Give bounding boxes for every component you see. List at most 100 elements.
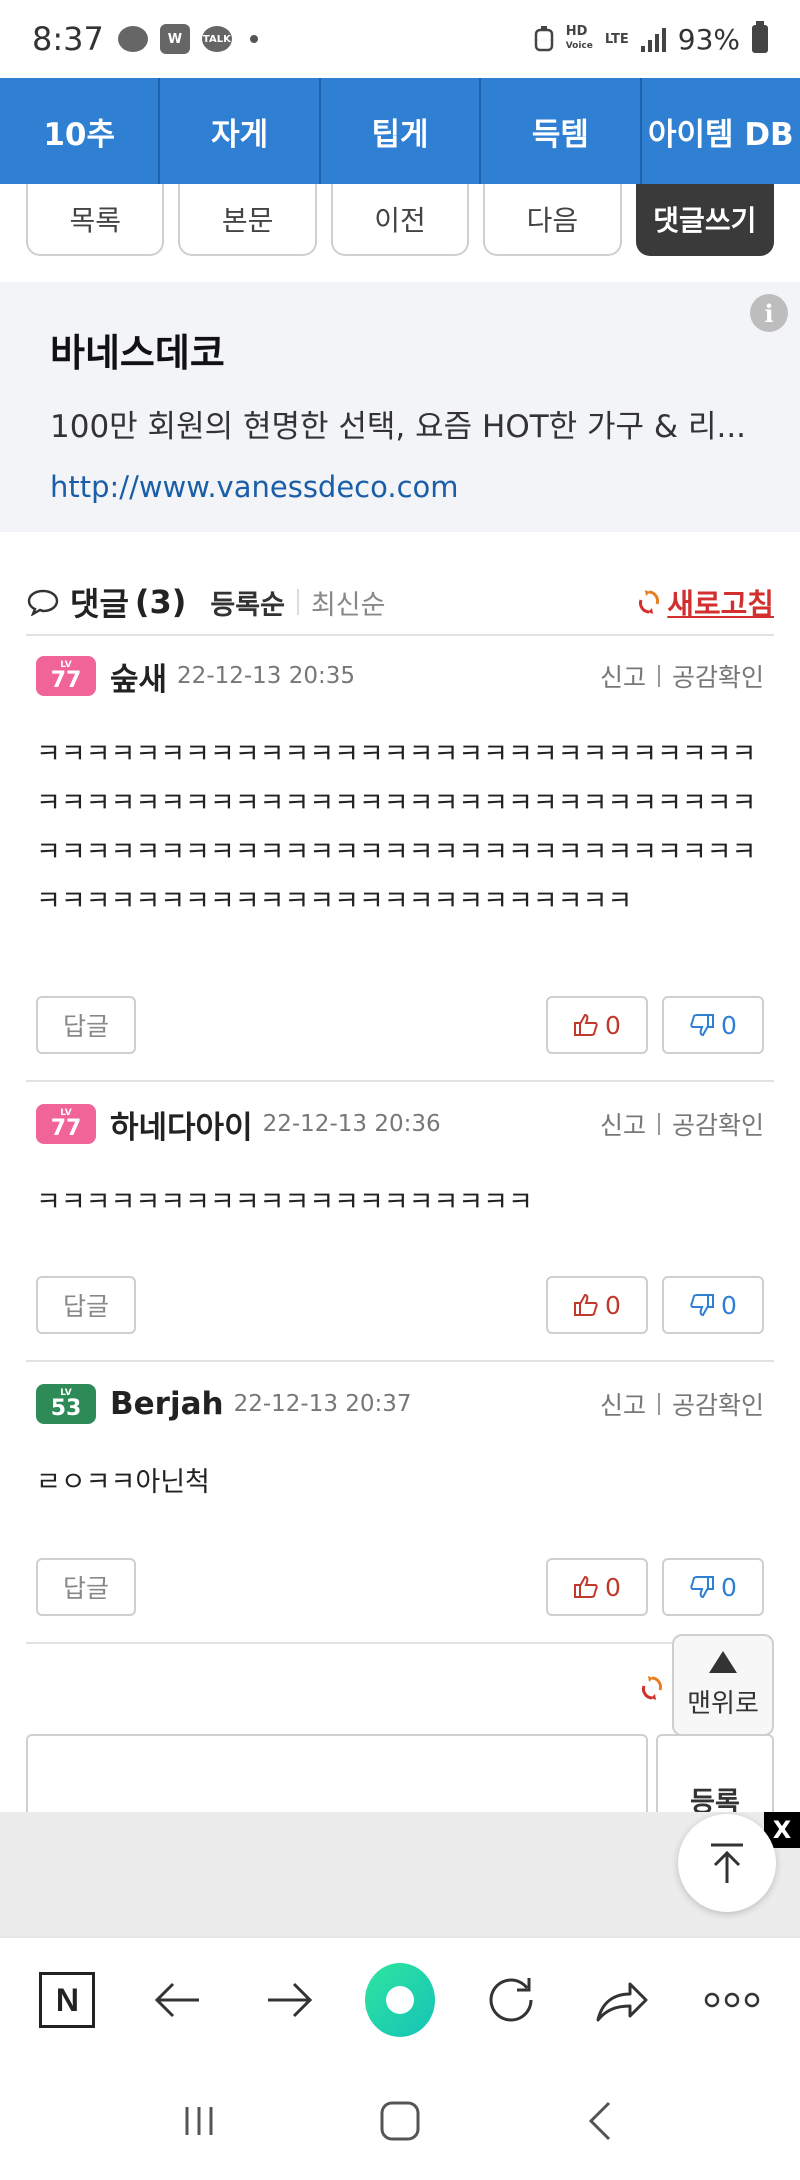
comment-body: ㅋㅋㅋㅋㅋㅋㅋㅋㅋㅋㅋㅋㅋㅋㅋㅋㅋㅋㅋㅋㅋㅋㅋㅋㅋㅋㅋㅋㅋㅋㅋㅋㅋㅋㅋㅋㅋㅋㅋㅋ…	[36, 739, 757, 917]
comment-body: ㄹㅇㅋㅋ아닌척	[36, 1467, 210, 1498]
nav-item-loot[interactable]: 득템	[481, 78, 642, 184]
comment-footer: 답글 0 0	[36, 996, 764, 1054]
to-top-label[interactable]: 맨위로	[687, 1683, 759, 1720]
thumbs-down-icon	[690, 1576, 715, 1599]
nav-item-tip-board[interactable]: 팁게	[321, 78, 482, 184]
forward-arrow-icon	[268, 1982, 313, 2018]
ad-title[interactable]: 바네스데코	[50, 322, 750, 377]
browser-toolbar: N	[0, 1936, 800, 2062]
thumbs-down-icon	[690, 1014, 715, 1037]
nav-item-free-board[interactable]: 자게	[160, 78, 321, 184]
dislike-count: 0	[721, 1572, 737, 1602]
voice-label: Voice	[565, 41, 593, 51]
recent-apps-icon[interactable]	[179, 2101, 219, 2141]
comment-item: LV 53 Berjah 22-12-13 20:37 신고 공감확인 ㄹㅇㅋㅋ…	[26, 1362, 774, 1644]
prev-button[interactable]: 이전	[330, 184, 470, 256]
reload-icon	[489, 1978, 533, 2022]
comment-meta: LV 77 숲새 22-12-13 20:35 신고 공감확인	[26, 646, 774, 706]
dislike-button[interactable]: 0	[662, 1558, 764, 1616]
top-nav: 10추 자게 팁게 득템 아이템 DB	[0, 78, 800, 184]
battery-percent: 93%	[677, 22, 740, 56]
comment-nickname[interactable]: 숲새	[110, 654, 167, 699]
home-icon[interactable]	[378, 2099, 422, 2143]
comments-title: 댓글	[70, 585, 129, 623]
comments-header: 댓글 (3) 등록순 최신순 새로고침	[26, 570, 774, 636]
share-icon	[596, 1982, 648, 2022]
talk-icon: TALK	[201, 26, 232, 52]
reply-button[interactable]: 답글	[36, 1276, 136, 1334]
like-button[interactable]: 0	[546, 1558, 648, 1616]
notification-icons: W TALK	[117, 24, 258, 54]
empathy-check-link[interactable]: 공감확인	[672, 1106, 764, 1142]
reply-button[interactable]: 답글	[36, 1558, 136, 1616]
lte-badge: LTE	[604, 31, 629, 47]
refresh-button[interactable]: 새로고침	[637, 581, 774, 623]
ad-url[interactable]: http://www.vanessdeco.com	[50, 470, 750, 504]
next-button[interactable]: 다음	[483, 184, 622, 256]
more-notifications-dot-icon	[249, 35, 258, 43]
write-comment-button[interactable]: 댓글쓰기	[635, 184, 775, 256]
green-dot-button[interactable]	[364, 1963, 435, 2037]
forward-button[interactable]	[254, 1965, 324, 2035]
w-app-icon: W	[159, 24, 190, 54]
back-arrow-icon	[155, 1982, 200, 2018]
dislike-count: 0	[721, 1290, 737, 1320]
refresh-label[interactable]: 새로고침	[667, 581, 774, 623]
dislike-button[interactable]: 0	[662, 1276, 764, 1334]
reply-button[interactable]: 답글	[36, 996, 136, 1054]
dislike-button[interactable]: 0	[662, 996, 764, 1054]
empathy-check-link[interactable]: 공감확인	[672, 658, 764, 694]
comment-actions: 신고 공감확인	[600, 1106, 764, 1142]
comment-item: LV 77 하네다아이 22-12-13 20:36 신고 공감확인 ㅋㅋㅋㅋㅋ…	[26, 1082, 774, 1362]
like-button[interactable]: 0	[546, 996, 648, 1054]
back-button[interactable]	[143, 1965, 213, 2035]
scroll-top-fab[interactable]	[678, 1814, 776, 1912]
android-nav-bar	[0, 2062, 800, 2180]
more-button[interactable]	[697, 1965, 767, 2035]
comment-nickname[interactable]: 하네다아이	[110, 1102, 253, 1147]
ad-description[interactable]: 100만 회원의 현명한 선택, 요즘 HOT한 가구 & 리...	[50, 401, 750, 446]
action-divider	[657, 665, 660, 687]
comment-footer: 답글 0 0	[36, 1558, 764, 1616]
alarm-icon	[534, 26, 553, 52]
comment-meta: LV 53 Berjah 22-12-13 20:37 신고 공감확인	[26, 1374, 774, 1434]
report-link[interactable]: 신고	[600, 1386, 646, 1422]
list-button[interactable]: 목록	[26, 184, 165, 256]
share-button[interactable]	[587, 1965, 657, 2035]
empathy-check-link[interactable]: 공감확인	[672, 1386, 764, 1422]
thumbs-down-icon	[690, 1294, 715, 1317]
status-bar: 8:37 W TALK HD Voice LTE 93%	[0, 0, 800, 78]
refresh-icon	[639, 590, 660, 614]
ad-info-icon[interactable]: i	[750, 294, 788, 332]
to-top-button[interactable]: 맨위로	[672, 1634, 774, 1736]
hd-voice-badge: HD Voice	[566, 25, 593, 53]
like-button[interactable]: 0	[546, 1276, 648, 1334]
sort-latest[interactable]: 최신순	[311, 583, 386, 622]
level-badge: LV 53	[36, 1384, 96, 1424]
thumbs-up-icon	[574, 1293, 598, 1316]
like-count: 0	[605, 1572, 621, 1602]
chat-bubble-icon	[117, 26, 148, 52]
like-count: 0	[605, 1010, 621, 1040]
nav-item-item-db[interactable]: 아이템 DB	[642, 78, 800, 184]
naver-home-button[interactable]: N	[32, 1965, 102, 2035]
comment-nickname[interactable]: Berjah	[110, 1386, 224, 1422]
back-icon[interactable]	[581, 2099, 621, 2143]
green-dot-icon	[364, 1963, 435, 2037]
reload-button[interactable]	[476, 1965, 546, 2035]
ad-block[interactable]: 바네스데코 100만 회원의 현명한 선택, 요즘 HOT한 가구 & 리...…	[0, 282, 800, 532]
nav-item-10chu[interactable]: 10추	[0, 78, 161, 184]
sort-registered[interactable]: 등록순	[210, 583, 285, 622]
compose-refresh-button[interactable]	[640, 1674, 664, 1706]
report-link[interactable]: 신고	[600, 658, 646, 694]
level-number: 77	[50, 1115, 82, 1141]
level-number: 77	[50, 667, 82, 693]
comment-date: 22-12-13 20:37	[233, 1391, 412, 1417]
action-divider	[657, 1393, 660, 1415]
comment-footer: 답글 0 0	[36, 1276, 764, 1334]
comments-count: (3)	[134, 583, 187, 621]
action-divider	[657, 1113, 660, 1135]
naver-n-icon: N	[39, 1972, 96, 2028]
body-button[interactable]: 본문	[178, 184, 317, 256]
report-link[interactable]: 신고	[600, 1106, 646, 1142]
